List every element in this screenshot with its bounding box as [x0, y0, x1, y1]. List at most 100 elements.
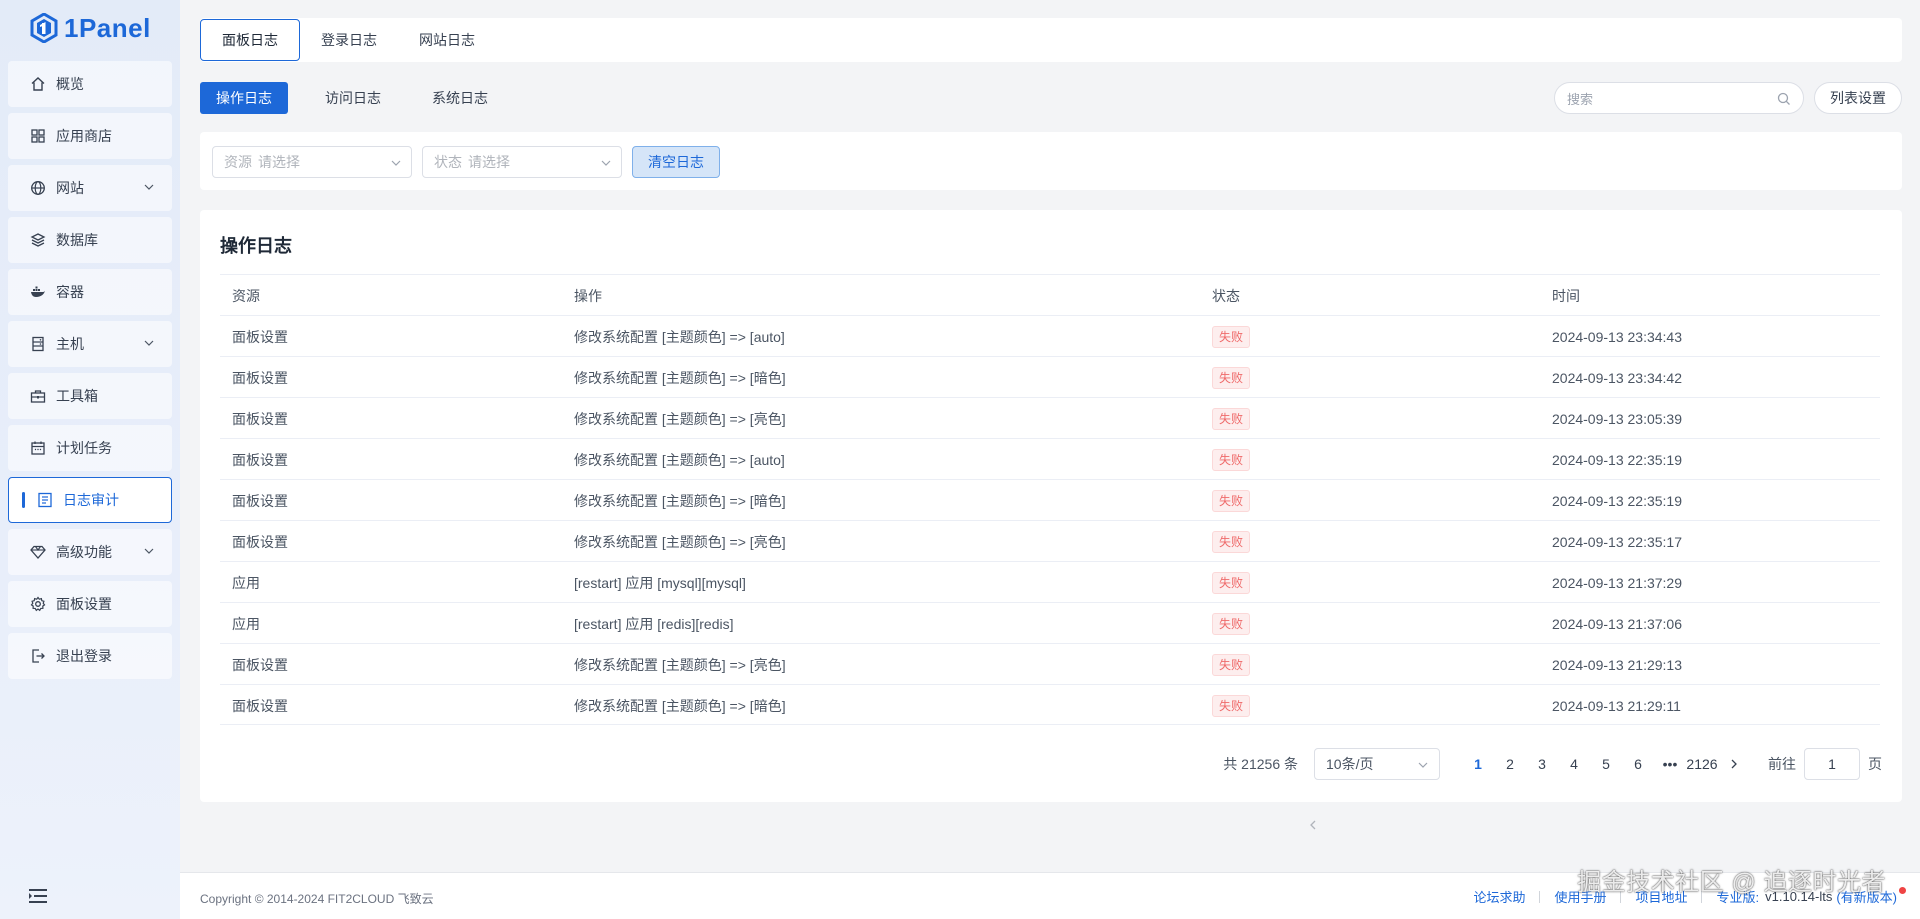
subtab-system-log[interactable]: 系统日志	[416, 82, 504, 114]
cell-time: 2024-09-13 21:37:29	[1552, 574, 1682, 591]
toolbox-icon	[30, 388, 46, 404]
search-placeholder: 搜索	[1567, 91, 1594, 107]
status-select[interactable]: 状态 请选择	[422, 146, 622, 178]
cell-resource: 面板设置	[232, 410, 288, 427]
sidebar-item-label: 日志审计	[63, 492, 119, 508]
cell-time: 2024-09-13 23:05:39	[1552, 410, 1682, 427]
sidebar-item-label: 应用商店	[56, 128, 112, 144]
clear-logs-button[interactable]: 清空日志	[632, 146, 720, 178]
more-pages-button[interactable]: •••	[1654, 748, 1686, 780]
next-page-button[interactable]	[1718, 748, 1750, 780]
globe-icon	[30, 180, 46, 196]
goto-page-input[interactable]: 1	[1804, 748, 1860, 780]
update-dot	[1899, 887, 1906, 894]
collapse-menu-icon[interactable]	[28, 888, 48, 904]
column-header-status: 状态	[1212, 287, 1240, 304]
chevron-left-icon	[1310, 820, 1316, 830]
status-badge: 失败	[1212, 489, 1251, 512]
page-number[interactable]: 3	[1526, 748, 1558, 780]
cell-resource: 面板设置	[232, 328, 288, 345]
cell-time: 2024-09-13 21:29:11	[1552, 697, 1681, 714]
sidebar-item[interactable]: 退出登录	[8, 633, 172, 679]
sidebar-item-label: 高级功能	[56, 544, 112, 560]
cell-status: 失败	[1212, 316, 1251, 357]
status-badge: 失败	[1212, 694, 1251, 717]
panel-title: 操作日志	[220, 236, 292, 256]
prev-page-button[interactable]	[1231, 809, 1395, 841]
cell-status: 失败	[1212, 562, 1251, 603]
subtab-access-log[interactable]: 访问日志	[309, 82, 397, 114]
page-number[interactable]: 2126	[1686, 748, 1718, 780]
cell-time: 2024-09-13 21:29:13	[1552, 656, 1682, 673]
diamond-icon	[30, 544, 46, 560]
app-logo[interactable]: 1Panel	[30, 10, 151, 46]
sidebar-item[interactable]: 概览	[8, 61, 172, 107]
page-number[interactable]: 4	[1558, 748, 1590, 780]
table-header: 资源 操作 状态 时间	[220, 274, 1880, 315]
filter-panel: 资源 请选择 状态 请选择 清空日志	[200, 132, 1902, 190]
sidebar-item[interactable]: 工具箱	[8, 373, 172, 419]
page-size-select[interactable]: 10条/页	[1314, 748, 1440, 780]
status-badge: 失败	[1212, 407, 1251, 430]
cell-time: 2024-09-13 22:35:17	[1552, 533, 1682, 550]
page-number[interactable]: 5	[1590, 748, 1622, 780]
cell-resource: 面板设置	[232, 656, 288, 673]
cell-operation: 修改系统配置 [主题颜色] => [auto]	[574, 451, 785, 468]
cell-operation: 修改系统配置 [主题颜色] => [暗色]	[574, 697, 786, 714]
sidebar-nav: 概览应用商店网站数据库容器主机工具箱计划任务日志审计高级功能面板设置退出登录	[8, 61, 172, 685]
column-header-time: 时间	[1552, 287, 1580, 304]
tab-panel-log[interactable]: 面板日志	[200, 19, 300, 61]
sidebar-item[interactable]: 容器	[8, 269, 172, 315]
logo-text: 1Panel	[64, 12, 151, 43]
sidebar-item[interactable]: 高级功能	[8, 529, 172, 575]
cell-operation: 修改系统配置 [主题颜色] => [auto]	[574, 328, 785, 345]
chevron-down-icon	[144, 184, 154, 190]
chevron-down-icon	[391, 160, 401, 166]
logout-icon	[30, 648, 46, 664]
chevron-right-icon	[1731, 759, 1737, 769]
sub-toolbar: 操作日志 访问日志 系统日志 搜索 列表设置	[200, 82, 1902, 114]
tab-login-log[interactable]: 登录日志	[300, 19, 398, 61]
sidebar-item-label: 工具箱	[56, 388, 98, 404]
resource-select[interactable]: 资源 请选择	[212, 146, 412, 178]
goto-unit: 页	[1868, 756, 1882, 772]
sidebar-item-label: 计划任务	[56, 440, 112, 456]
tab-website-log[interactable]: 网站日志	[398, 19, 496, 61]
sidebar-item[interactable]: 主机	[8, 321, 172, 367]
sidebar-item[interactable]: 日志审计	[8, 477, 172, 523]
footer-link-forum[interactable]: 论坛求助	[1473, 887, 1525, 906]
page-number[interactable]: 2	[1494, 748, 1526, 780]
page-number[interactable]: 6	[1622, 748, 1654, 780]
cell-operation: 修改系统配置 [主题颜色] => [亮色]	[574, 656, 786, 673]
sidebar-item[interactable]: 数据库	[8, 217, 172, 263]
cell-status: 失败	[1212, 603, 1251, 644]
status-badge: 失败	[1212, 366, 1251, 389]
main-content: 面板日志 登录日志 网站日志 操作日志 访问日志 系统日志 搜索 列表设置 资源…	[200, 0, 1902, 872]
copyright: Copyright © 2014-2024 FIT2CLOUD 飞致云	[200, 892, 434, 906]
cell-time: 2024-09-13 23:34:42	[1552, 369, 1682, 386]
status-badge: 失败	[1212, 612, 1251, 635]
cell-time: 2024-09-13 22:35:19	[1552, 492, 1682, 509]
cell-status: 失败	[1212, 644, 1251, 685]
sidebar-item-label: 网站	[56, 180, 84, 196]
goto-label: 前往	[1768, 756, 1796, 772]
search-input[interactable]: 搜索	[1554, 82, 1804, 114]
page-number[interactable]: 1	[1462, 748, 1494, 780]
sidebar-item[interactable]: 网站	[8, 165, 172, 211]
list-settings-button[interactable]: 列表设置	[1814, 82, 1902, 114]
cell-status: 失败	[1212, 521, 1251, 562]
chevron-down-icon	[601, 160, 611, 166]
search-icon[interactable]	[1777, 92, 1791, 106]
sidebar-item[interactable]: 应用商店	[8, 113, 172, 159]
cell-status: 失败	[1212, 398, 1251, 439]
sidebar-item-label: 退出登录	[56, 648, 112, 664]
active-indicator	[22, 492, 25, 508]
layers-icon	[30, 232, 46, 248]
sidebar-item[interactable]: 面板设置	[8, 581, 172, 627]
subtab-operation-log[interactable]: 操作日志	[200, 82, 288, 114]
cell-resource: 应用	[232, 615, 260, 632]
logo-mark-icon	[30, 13, 58, 43]
sidebar-item-label: 数据库	[56, 232, 98, 248]
status-badge: 失败	[1212, 448, 1251, 471]
sidebar-item[interactable]: 计划任务	[8, 425, 172, 471]
